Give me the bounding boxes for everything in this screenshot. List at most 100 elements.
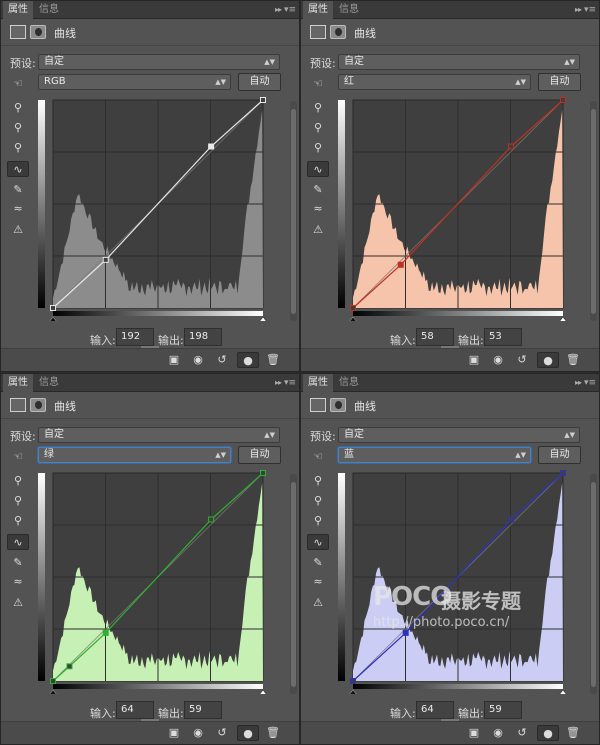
auto-button[interactable]: 自动 <box>238 73 281 91</box>
preset-select[interactable]: 自定 ▲▼ <box>38 427 280 443</box>
input-field[interactable]: 192 <box>116 328 154 346</box>
smooth-curve-icon[interactable]: ≈ <box>7 574 29 590</box>
gray-point-eyedropper-icon[interactable]: ⚲ <box>307 120 329 136</box>
visibility-eye-icon[interactable]: ● <box>537 352 559 368</box>
white-point-eyedropper-icon[interactable]: ⚲ <box>7 513 29 529</box>
collapse-icon[interactable]: ▸▸ <box>575 374 582 392</box>
trash-icon[interactable]: 🗑 <box>263 352 283 368</box>
layer-mask-icon[interactable] <box>330 25 346 39</box>
panel-menu-icon[interactable]: ▾≡ <box>584 1 596 19</box>
gray-point-eyedropper-icon[interactable]: ⚲ <box>7 120 29 136</box>
trash-icon[interactable]: 🗑 <box>263 725 283 741</box>
output-field[interactable]: 198 <box>184 328 222 346</box>
view-previous-icon[interactable]: ◉ <box>188 352 208 368</box>
white-point-eyedropper-icon[interactable]: ⚲ <box>307 513 329 529</box>
channel-select[interactable]: RGB ▲▼ <box>38 74 231 90</box>
input-field[interactable]: 58 <box>416 328 454 346</box>
trash-icon[interactable]: 🗑 <box>563 352 583 368</box>
tab-properties[interactable]: 属性 <box>303 374 333 393</box>
visibility-eye-icon[interactable]: ● <box>237 352 259 368</box>
reset-icon[interactable]: ↺ <box>212 725 232 741</box>
collapse-icon[interactable]: ▸▸ <box>575 1 582 19</box>
visibility-eye-icon[interactable]: ● <box>537 725 559 741</box>
curve-points-icon[interactable]: ∿ <box>7 161 29 177</box>
tab-properties[interactable]: 属性 <box>3 374 33 393</box>
tab-properties[interactable]: 属性 <box>3 1 33 20</box>
finger-adjust-icon[interactable]: ☜ <box>7 76 29 92</box>
smooth-curve-icon[interactable]: ≈ <box>307 574 329 590</box>
tab-info[interactable]: 信息 <box>334 1 364 19</box>
scrollbar-thumb[interactable] <box>291 109 296 314</box>
preset-select[interactable]: 自定 ▲▼ <box>38 54 280 70</box>
layer-mask-icon[interactable] <box>30 25 46 39</box>
pencil-draw-icon[interactable]: ✎ <box>307 182 329 198</box>
black-point-eyedropper-icon[interactable]: ⚲ <box>307 473 329 489</box>
channel-select[interactable]: 蓝 ▲▼ <box>338 447 531 463</box>
scrollbar-thumb[interactable] <box>291 482 296 687</box>
finger-adjust-icon[interactable]: ☜ <box>307 76 329 92</box>
view-previous-icon[interactable]: ◉ <box>488 725 508 741</box>
auto-button[interactable]: 自动 <box>538 73 581 91</box>
resize-grip-icon[interactable] <box>441 346 459 348</box>
input-field[interactable]: 64 <box>416 701 454 719</box>
preset-select[interactable]: 自定 ▲▼ <box>338 427 580 443</box>
gray-point-eyedropper-icon[interactable]: ⚲ <box>7 493 29 509</box>
black-point-eyedropper-icon[interactable]: ⚲ <box>7 100 29 116</box>
preset-select[interactable]: 自定 ▲▼ <box>338 54 580 70</box>
gray-point-eyedropper-icon[interactable]: ⚲ <box>307 493 329 509</box>
finger-adjust-icon[interactable]: ☜ <box>307 449 329 465</box>
resize-grip-icon[interactable] <box>141 719 159 721</box>
layer-mask-icon[interactable] <box>30 398 46 412</box>
curve-points-icon[interactable]: ∿ <box>7 534 29 550</box>
clip-to-layer-icon[interactable]: ▣ <box>464 352 484 368</box>
clipping-warning-icon[interactable]: ⚠ <box>307 222 329 238</box>
tab-info[interactable]: 信息 <box>34 374 64 392</box>
trash-icon[interactable]: 🗑 <box>563 725 583 741</box>
collapse-icon[interactable]: ▸▸ <box>275 374 282 392</box>
auto-button[interactable]: 自动 <box>538 446 581 464</box>
view-previous-icon[interactable]: ◉ <box>488 352 508 368</box>
pencil-draw-icon[interactable]: ✎ <box>7 555 29 571</box>
scrollbar[interactable] <box>290 474 297 694</box>
clip-to-layer-icon[interactable]: ▣ <box>164 725 184 741</box>
curve-graph[interactable] <box>38 97 278 321</box>
reset-icon[interactable]: ↺ <box>512 352 532 368</box>
output-field[interactable]: 53 <box>484 328 522 346</box>
curve-points-icon[interactable]: ∿ <box>307 534 329 550</box>
pencil-draw-icon[interactable]: ✎ <box>7 182 29 198</box>
output-field[interactable]: 59 <box>484 701 522 719</box>
resize-grip-icon[interactable] <box>141 346 159 348</box>
curve-points-icon[interactable]: ∿ <box>307 161 329 177</box>
tab-properties[interactable]: 属性 <box>303 1 333 20</box>
reset-icon[interactable]: ↺ <box>212 352 232 368</box>
pencil-draw-icon[interactable]: ✎ <box>307 555 329 571</box>
channel-select[interactable]: 红 ▲▼ <box>338 74 531 90</box>
black-point-eyedropper-icon[interactable]: ⚲ <box>307 100 329 116</box>
black-point-eyedropper-icon[interactable]: ⚲ <box>7 473 29 489</box>
resize-grip-icon[interactable] <box>441 719 459 721</box>
clipping-warning-icon[interactable]: ⚠ <box>307 595 329 611</box>
scrollbar[interactable] <box>590 101 597 321</box>
scrollbar-thumb[interactable] <box>591 109 596 314</box>
clip-to-layer-icon[interactable]: ▣ <box>464 725 484 741</box>
curve-graph[interactable] <box>338 97 578 321</box>
panel-menu-icon[interactable]: ▾≡ <box>584 374 596 392</box>
view-previous-icon[interactable]: ◉ <box>188 725 208 741</box>
auto-button[interactable]: 自动 <box>238 446 281 464</box>
smooth-curve-icon[interactable]: ≈ <box>7 201 29 217</box>
tab-info[interactable]: 信息 <box>34 1 64 19</box>
visibility-eye-icon[interactable]: ● <box>237 725 259 741</box>
tab-info[interactable]: 信息 <box>334 374 364 392</box>
panel-menu-icon[interactable]: ▾≡ <box>284 374 296 392</box>
clipping-warning-icon[interactable]: ⚠ <box>7 595 29 611</box>
collapse-icon[interactable]: ▸▸ <box>275 1 282 19</box>
white-point-eyedropper-icon[interactable]: ⚲ <box>307 140 329 156</box>
input-field[interactable]: 64 <box>116 701 154 719</box>
clip-to-layer-icon[interactable]: ▣ <box>164 352 184 368</box>
white-point-eyedropper-icon[interactable]: ⚲ <box>7 140 29 156</box>
layer-mask-icon[interactable] <box>330 398 346 412</box>
channel-select[interactable]: 绿 ▲▼ <box>38 447 231 463</box>
reset-icon[interactable]: ↺ <box>512 725 532 741</box>
scrollbar[interactable] <box>290 101 297 321</box>
finger-adjust-icon[interactable]: ☜ <box>7 449 29 465</box>
